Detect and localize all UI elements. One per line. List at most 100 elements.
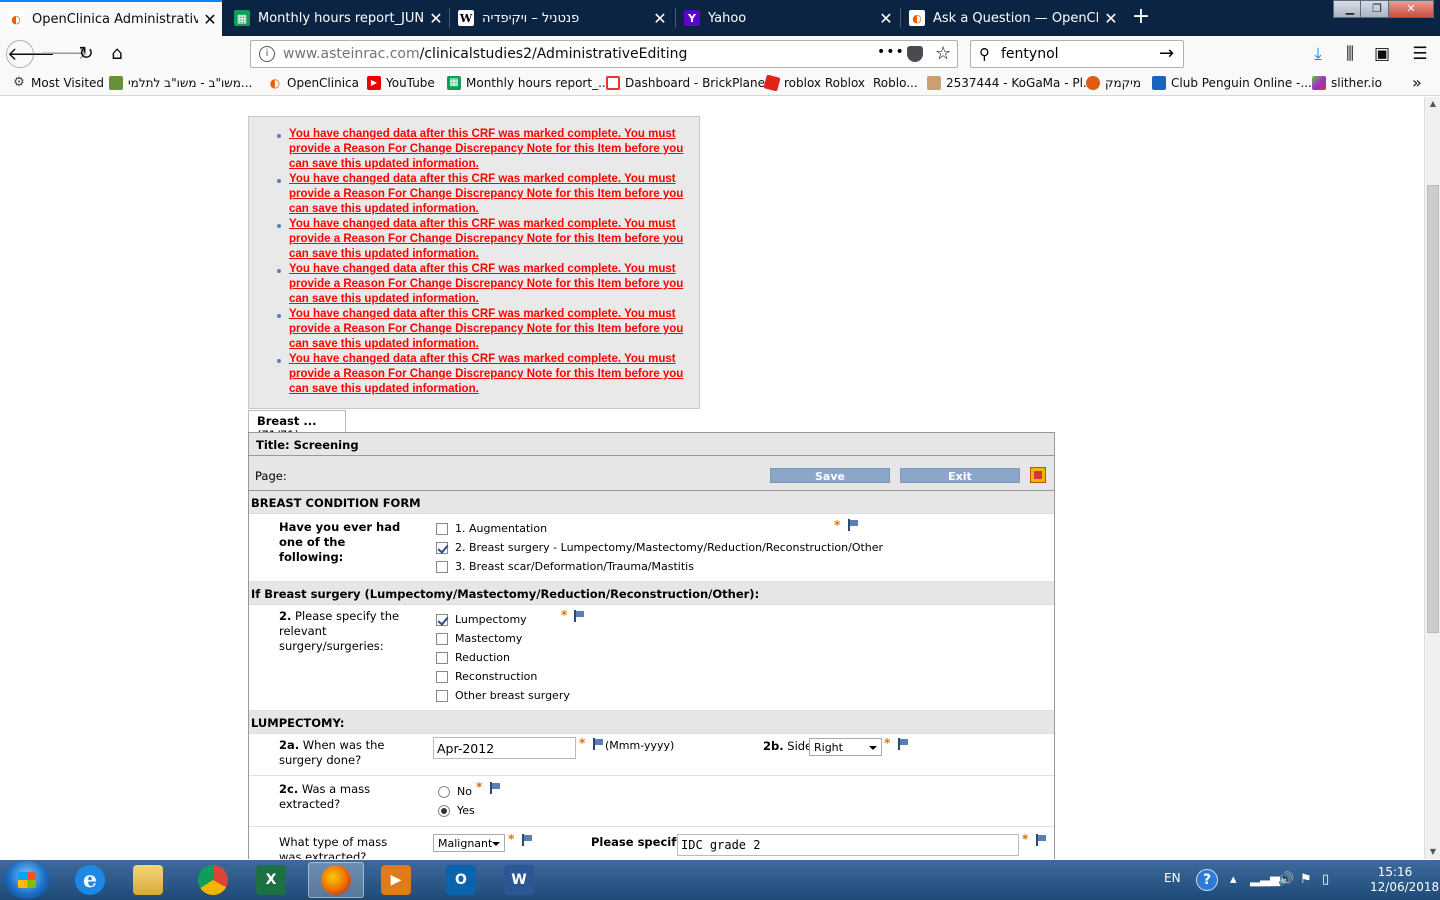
help-icon[interactable]: ? (1196, 869, 1218, 891)
volume-icon[interactable]: 🔊 (1278, 872, 1294, 887)
discrepancy-flag-icon[interactable] (847, 519, 859, 531)
search-bar[interactable]: ⚲ fentynol → (970, 40, 1184, 68)
taskbar-file-explorer[interactable] (120, 862, 176, 898)
mass-specify-input[interactable]: IDC grade 2 (677, 834, 1019, 856)
network-icon[interactable]: ▂▃▅ (1250, 872, 1280, 887)
taskbar-excel[interactable]: X (243, 862, 299, 898)
option-augmentation[interactable]: 1. Augmentation (436, 522, 547, 535)
discrepancy-flag-icon[interactable] (897, 738, 909, 750)
taskbar-internet-explorer[interactable]: e (62, 862, 118, 898)
forward-button[interactable]: 🡒 (40, 40, 88, 68)
site-info-icon[interactable]: i (259, 46, 275, 62)
alert-message[interactable]: You have changed data after this CRF was… (275, 307, 695, 352)
alert-message[interactable]: You have changed data after this CRF was… (275, 262, 695, 307)
bookmarks-overflow-button[interactable]: » (1412, 73, 1422, 92)
scrollbar-thumb[interactable] (1427, 185, 1439, 633)
bookmark-mashov[interactable]: משו"ב - משו"ב לתלמי... (109, 76, 252, 90)
save-button[interactable]: Save (770, 468, 890, 483)
tab-monthly-hours[interactable]: ▦ Monthly hours report_JUNE 201 ✕ (226, 0, 448, 36)
menu-icon[interactable]: ☰ (1410, 44, 1430, 64)
option-other-surgery[interactable]: Other breast surgery (436, 689, 570, 702)
page-actions-icon[interactable]: ••• (877, 44, 905, 60)
option-reconstruction[interactable]: Reconstruction (436, 670, 537, 683)
surgery-date-input[interactable]: Apr-2012 (433, 737, 576, 759)
bookmark-slither[interactable]: slither.io (1312, 76, 1382, 90)
discrepancy-flag-icon[interactable] (592, 738, 604, 750)
library-icon[interactable]: ⫼ (1340, 44, 1360, 64)
checkbox[interactable] (436, 522, 448, 535)
bookmark-roblox[interactable]: roblox Roblox (763, 74, 865, 92)
option-breast-scar[interactable]: 3. Breast scar/Deformation/Trauma/Mastit… (436, 560, 694, 573)
checkbox-checked[interactable] (436, 613, 448, 626)
search-input[interactable]: fentynol (1001, 46, 1059, 62)
alert-message[interactable]: You have changed data after this CRF was… (275, 127, 695, 172)
bookmark-roblo[interactable]: Roblo... (873, 76, 918, 90)
discrepancy-flag-icon[interactable] (1035, 834, 1047, 846)
discrepancy-flag-icon[interactable] (573, 610, 585, 622)
section-tab-breast[interactable]: Breast ...(71/71) (248, 410, 346, 442)
new-tab-button[interactable]: + (1128, 4, 1154, 32)
checkbox[interactable] (436, 670, 448, 683)
checkbox[interactable] (436, 560, 448, 573)
downloads-icon[interactable]: ⤓ (1308, 44, 1328, 64)
bookmark-most-visited[interactable]: ⚙ Most Visited (12, 76, 104, 91)
checkbox[interactable] (436, 689, 448, 702)
close-icon[interactable]: ✕ (424, 9, 448, 28)
bookmark-club-penguin[interactable]: Club Penguin Online -... (1152, 76, 1312, 90)
clock[interactable]: 15:16 12/06/2018 (1370, 865, 1439, 895)
checkbox-checked[interactable] (436, 541, 448, 554)
url-bar[interactable]: i www.asteinrac.com/clinicalstudies2/Adm… (250, 40, 958, 68)
alert-message[interactable]: You have changed data after this CRF was… (275, 352, 695, 397)
radio[interactable] (438, 785, 450, 798)
option-breast-surgery[interactable]: 2. Breast surgery - Lumpectomy/Mastectom… (436, 541, 883, 554)
option-reduction[interactable]: Reduction (436, 651, 510, 664)
window-close-button[interactable]: ✕ (1388, 0, 1434, 18)
close-icon[interactable]: ✕ (1099, 9, 1123, 28)
reload-button[interactable]: ↻ (72, 40, 100, 68)
close-icon[interactable]: ✕ (648, 9, 672, 28)
option-mastectomy[interactable]: Mastectomy (436, 632, 522, 645)
taskbar-word[interactable]: W (491, 862, 547, 898)
discrepancy-flag-icon[interactable] (489, 782, 501, 794)
pocket-icon[interactable] (907, 46, 923, 62)
alert-message[interactable]: You have changed data after this CRF was… (275, 217, 695, 262)
option-no[interactable]: No (438, 785, 472, 798)
bookmark-kogama[interactable]: 2537444 - KoGaMa - Pl... (927, 76, 1094, 90)
bookmark-monthly-hours[interactable]: ▦ Monthly hours report_... (447, 76, 610, 90)
language-indicator[interactable]: EN (1164, 871, 1181, 885)
start-button[interactable] (4, 861, 50, 899)
scroll-up-icon[interactable]: ▲ (1425, 99, 1440, 108)
taskbar-outlook[interactable]: O (433, 862, 489, 898)
bookmark-star-icon[interactable]: ☆ (935, 43, 951, 64)
taskbar-chrome[interactable] (185, 862, 241, 898)
print-icon[interactable] (1030, 467, 1046, 483)
tab-yahoo[interactable]: Y Yahoo ✕ (676, 0, 898, 36)
checkbox[interactable] (436, 632, 448, 645)
tab-wikipedia[interactable]: W פנטניל – ויקיפדיה ✕ (450, 0, 672, 36)
sidebar-icon[interactable]: ▣ (1372, 44, 1392, 64)
vertical-scrollbar[interactable]: ▲ ▼ (1424, 97, 1440, 859)
bookmark-youtube[interactable]: ▶ YouTube (367, 76, 435, 90)
bookmark-openclinica[interactable]: ◐ OpenClinica (268, 76, 359, 90)
discrepancy-flag-icon[interactable] (521, 834, 533, 846)
tab-openclinica-admin[interactable]: ◐ OpenClinica Administrative Edi ✕ (0, 0, 222, 36)
bookmark-mikmak[interactable]: מיקמק (1086, 76, 1141, 90)
checkbox[interactable] (436, 651, 448, 664)
tab-ask-question[interactable]: ◐ Ask a Question — OpenClinica ✕ (901, 0, 1123, 36)
chevron-up-icon[interactable]: ▴ (1230, 872, 1237, 887)
back-button[interactable]: 🡐 (6, 40, 55, 68)
close-icon[interactable]: ✕ (198, 10, 222, 29)
bookmark-brickplanet[interactable]: Dashboard - BrickPlanet (606, 76, 770, 90)
taskbar-media-player[interactable]: ▶ (368, 862, 424, 898)
exit-button[interactable]: Exit (900, 468, 1020, 483)
mass-type-select[interactable]: Malignant (433, 834, 505, 852)
side-select[interactable]: Right (809, 738, 882, 756)
search-go-icon[interactable]: → (1159, 43, 1174, 64)
radio-selected[interactable] (438, 804, 450, 817)
action-center-flag-icon[interactable]: ⚑ (1300, 872, 1312, 887)
option-lumpectomy[interactable]: Lumpectomy (436, 613, 527, 626)
close-icon[interactable]: ✕ (874, 9, 898, 28)
option-yes[interactable]: Yes (438, 804, 475, 817)
taskbar-firefox[interactable] (308, 862, 364, 898)
scroll-down-icon[interactable]: ▼ (1425, 847, 1440, 856)
